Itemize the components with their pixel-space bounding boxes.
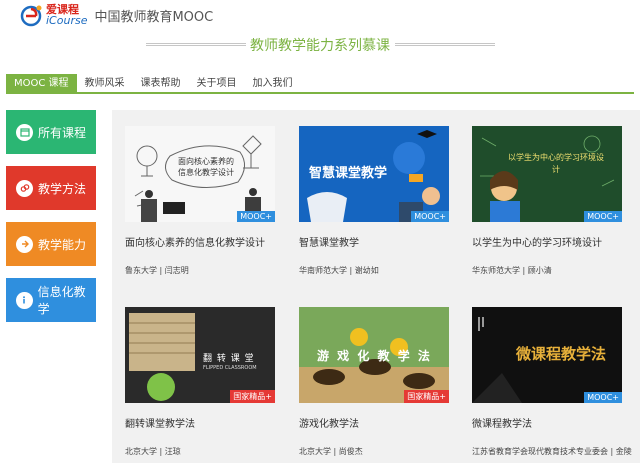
- info-icon: [16, 291, 33, 309]
- sidebar-item-label: 教学能力: [38, 237, 87, 252]
- course-card[interactable]: 智慧课堂教学 MOOC+ 智慧课堂教学 华南师范大学 | 谢幼如: [299, 126, 449, 276]
- course-title[interactable]: 翻转课堂教学法: [125, 415, 275, 430]
- national-quality-badge: 国家精品+: [230, 390, 275, 403]
- course-school: 江苏省教育学会现代教育技术专业委会: [472, 447, 608, 456]
- site-title: 中国教师教育MOOC: [94, 9, 214, 25]
- arrow-icon: [16, 235, 33, 253]
- course-title[interactable]: 游戏化教学法: [299, 415, 449, 430]
- nav-item-about[interactable]: 关于项目: [189, 74, 245, 92]
- sidebar-item-teaching-methods[interactable]: 教学方法: [6, 166, 96, 210]
- header: 爱课程 iCourse 中国教师教育MOOC: [0, 0, 640, 30]
- course-card[interactable]: 面向核心素养的信息化教学设计 MOOC+ 面向核心素养的信息化教学设计 鲁东大学…: [125, 126, 275, 276]
- main-nav: MOOC 课程 教师风采 课表帮助 关于项目 加入我们: [6, 74, 634, 94]
- thumbnail-caption: 翻 转 课 堂: [203, 354, 255, 364]
- sidebar-item-it-teaching[interactable]: 信息化教学: [6, 278, 96, 322]
- course-title[interactable]: 微课程教学法: [472, 415, 622, 430]
- thumbnail-caption: 微课程教学法: [516, 345, 607, 363]
- course-meta: 北京大学 | 汪琼: [125, 447, 181, 456]
- thumbnail-caption: 以学生为中心的学习环境设计: [508, 153, 604, 174]
- course-thumbnail[interactable]: 游 戏 化 教 学 法 国家精品+: [299, 307, 449, 403]
- icourse-logo-icon: [20, 3, 44, 27]
- course-meta: 北京大学 | 尚俊杰: [299, 447, 363, 456]
- thumbnail-caption: 面向核心素养的信息化教学设计: [178, 157, 234, 177]
- national-quality-badge: 国家精品+: [404, 390, 449, 403]
- course-card[interactable]: 游 戏 化 教 学 法 国家精品+ 游戏化教学法 北京大学 | 尚俊杰: [299, 307, 449, 457]
- course-school: 鲁东大学: [125, 266, 157, 275]
- nav-item-mooc[interactable]: MOOC 课程: [6, 74, 77, 92]
- course-thumbnail[interactable]: 翻 转 课 堂 FLIPPED CLASSROOM 国家精品+: [125, 307, 275, 403]
- thumbnail-caption: 游 戏 化 教 学 法: [317, 349, 432, 363]
- course-meta: 华东师范大学 | 顾小清: [472, 266, 552, 275]
- sidebar-item-teaching-ability[interactable]: 教学能力: [6, 222, 96, 266]
- course-card[interactable]: 以学生为中心的学习环境设计 MOOC+ 以学生为中心的学习环境设计 华东师范大学…: [472, 126, 622, 276]
- course-card[interactable]: 翻 转 课 堂 FLIPPED CLASSROOM 国家精品+ 翻转课堂教学法 …: [125, 307, 275, 457]
- section-banner: 教师教学能力系列慕课: [0, 33, 640, 55]
- banner-title: 教师教学能力系列慕课: [250, 38, 390, 54]
- thumbnail-caption: 智慧课堂教学: [309, 166, 388, 181]
- course-title[interactable]: 面向核心素养的信息化教学设计: [125, 234, 275, 249]
- nav-item-schedule-help[interactable]: 课表帮助: [133, 74, 189, 92]
- sidebar-item-all-courses[interactable]: 所有课程: [6, 110, 96, 154]
- course-teacher: 闫志明: [164, 266, 189, 275]
- course-teacher: 金陵: [615, 447, 632, 456]
- nav-item-teachers[interactable]: 教师风采: [77, 74, 133, 92]
- course-thumbnail[interactable]: 智慧课堂教学 MOOC+: [299, 126, 449, 222]
- course-school: 华南师范大学: [299, 266, 347, 275]
- logo-en-text: iCourse: [46, 14, 88, 27]
- course-title[interactable]: 以学生为中心的学习环境设计: [472, 234, 622, 249]
- course-meta: 鲁东大学 | 闫志明: [125, 266, 189, 275]
- site-logo[interactable]: 爱课程 iCourse: [20, 3, 87, 27]
- nav-item-join[interactable]: 加入我们: [245, 74, 301, 92]
- course-teacher: 谢幼如: [354, 266, 379, 275]
- sidebar-item-label: 教学方法: [38, 181, 87, 196]
- course-meta: 江苏省教育学会现代教育技术专业委会 | 金陵: [472, 447, 632, 456]
- course-thumbnail[interactable]: 以学生为中心的学习环境设计 MOOC+: [472, 126, 622, 222]
- course-school: 华东师范大学: [472, 266, 520, 275]
- course-thumbnail[interactable]: 面向核心素养的信息化教学设计 MOOC+: [125, 126, 275, 222]
- mooc-badge: MOOC+: [584, 211, 622, 222]
- course-title[interactable]: 智慧课堂教学: [299, 234, 449, 249]
- course-teacher: 汪琼: [164, 447, 181, 456]
- course-thumbnail[interactable]: 微课程教学法 MOOC+: [472, 307, 622, 403]
- mooc-badge: MOOC+: [237, 211, 275, 222]
- thumbnail-subcaption: FLIPPED CLASSROOM: [203, 365, 257, 371]
- sidebar-item-label: 信息化教学: [37, 285, 86, 316]
- banner-divider-right: [395, 43, 495, 46]
- course-meta: 华南师范大学 | 谢幼如: [299, 266, 379, 275]
- sidebar-item-label: 所有课程: [38, 125, 87, 140]
- course-card[interactable]: 微课程教学法 MOOC+ 微课程教学法 江苏省教育学会现代教育技术专业委会 | …: [472, 307, 632, 457]
- calendar-icon: [16, 123, 33, 141]
- category-sidebar: 所有课程 教学方法 教学能力 信息化教学: [6, 110, 96, 334]
- course-school: 北京大学: [299, 447, 331, 456]
- link-icon: [16, 179, 33, 197]
- mooc-badge: MOOC+: [411, 211, 449, 222]
- course-school: 北京大学: [125, 447, 157, 456]
- course-teacher: 顾小清: [527, 266, 552, 275]
- mooc-badge: MOOC+: [584, 392, 622, 403]
- course-grid: 面向核心素养的信息化教学设计 MOOC+ 面向核心素养的信息化教学设计 鲁东大学…: [112, 110, 640, 463]
- course-teacher: 尚俊杰: [338, 447, 363, 456]
